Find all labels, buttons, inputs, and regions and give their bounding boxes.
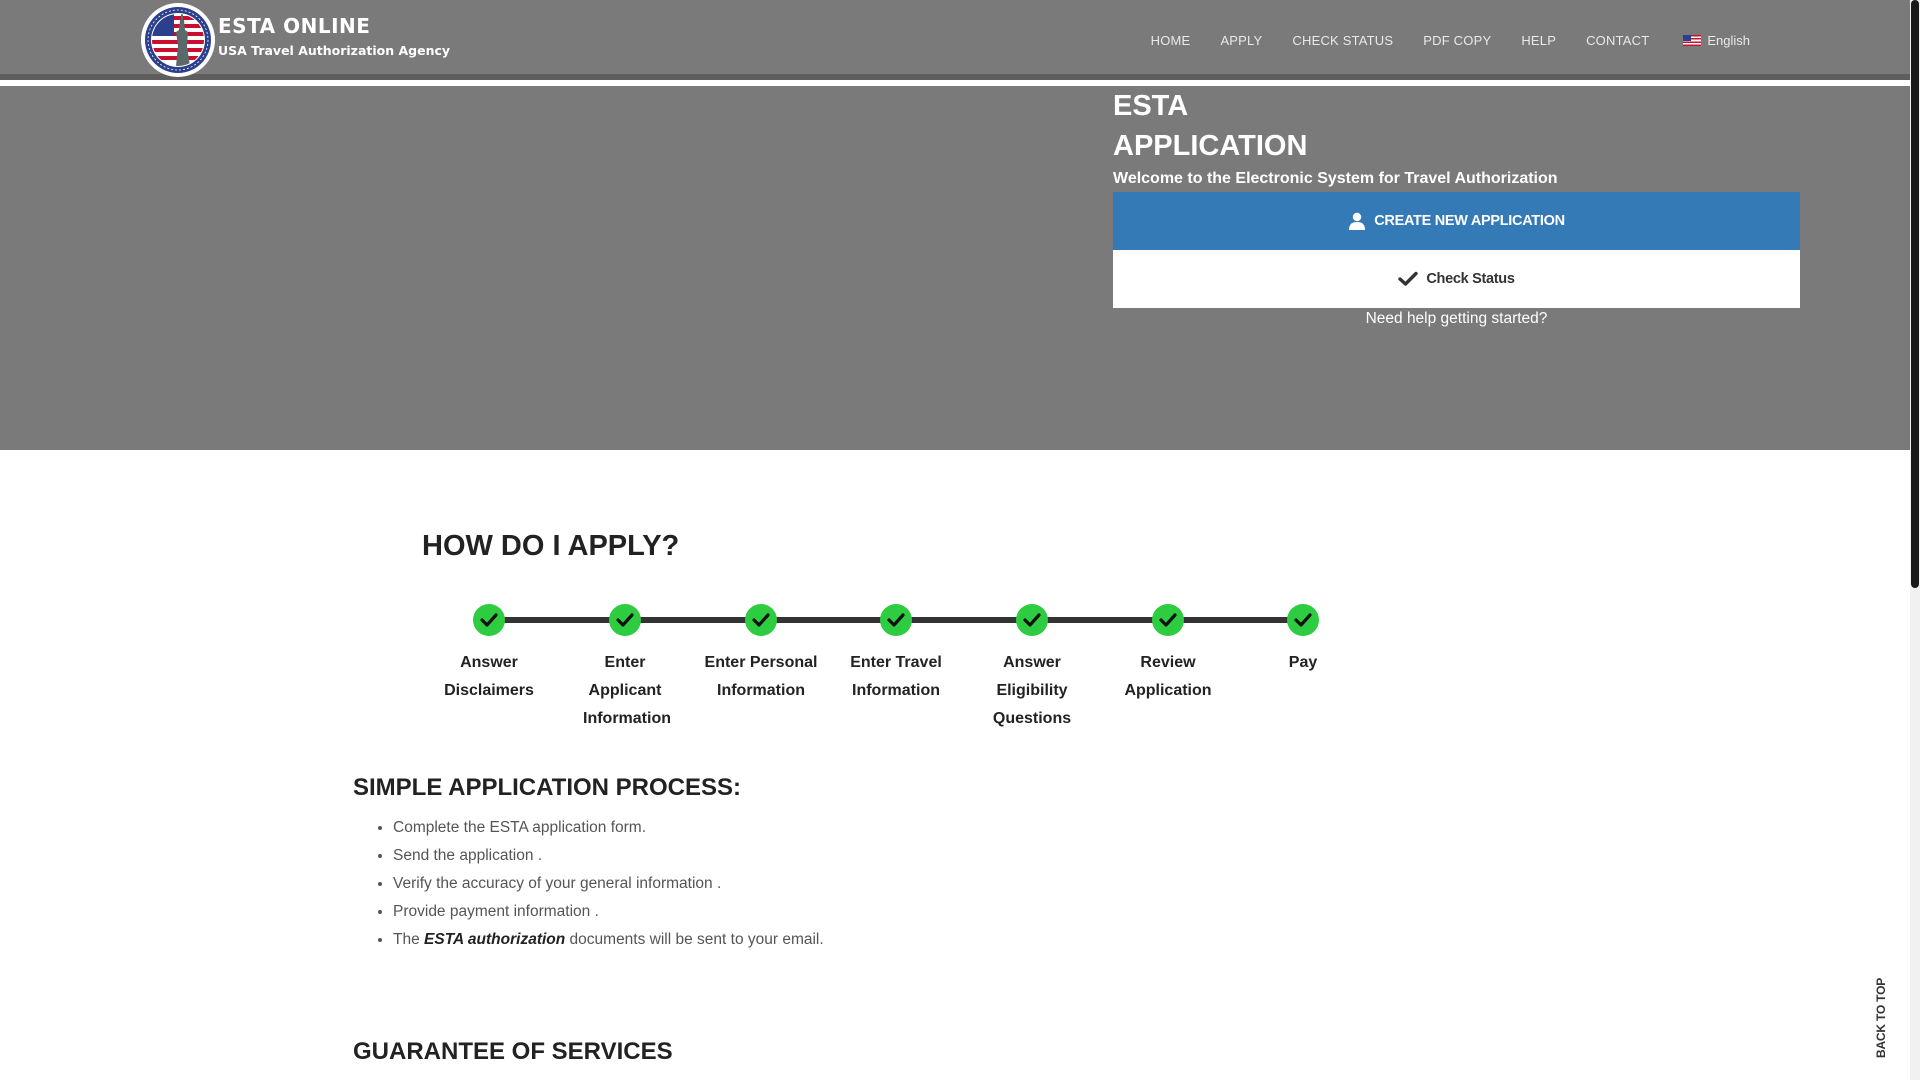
hero-welcome-text: Welcome to the Electronic System for Tra… [1113, 170, 1558, 187]
step-item: Review Application [1100, 600, 1236, 705]
application-steps: Answer Disclaimers Enter Applicant Infor… [420, 600, 1320, 730]
nav-home[interactable]: HOME [1151, 33, 1191, 48]
list-item-prefix: The [393, 931, 425, 948]
check-status-label: Check Status [1426, 271, 1515, 287]
create-new-application-label: CREATE NEW APPLICATION [1374, 213, 1565, 229]
list-item: Complete the ESTA application form. [393, 814, 824, 842]
process-list: Complete the ESTA application form. Send… [353, 814, 824, 954]
list-item-suffix: documents will be sent to your email. [565, 931, 824, 948]
step-check-icon [1287, 604, 1319, 636]
step-label: Enter Applicant Information [583, 654, 671, 727]
us-flag-icon [1683, 34, 1702, 46]
list-item: Verify the accuracy of your general info… [393, 870, 824, 898]
user-icon [1349, 212, 1366, 230]
checkmark-icon [1398, 271, 1419, 286]
step-label: Review Application [1124, 654, 1212, 699]
step-check-icon [1016, 604, 1048, 636]
nav-help[interactable]: HELP [1521, 33, 1556, 48]
step-item: Answer Disclaimers [421, 600, 557, 705]
nav-pdf-copy[interactable]: PDF COPY [1423, 33, 1491, 48]
check-status-button[interactable]: Check Status [1113, 250, 1800, 308]
step-item: Enter Personal Information [693, 600, 829, 705]
page-scrollbar[interactable] [1910, 0, 1920, 1080]
site-header: ESTA ONLINE USA Travel Authorization Age… [0, 0, 1910, 80]
step-check-icon [1152, 604, 1184, 636]
help-getting-started-link[interactable]: Need help getting started? [1113, 310, 1800, 328]
create-new-application-button[interactable]: CREATE NEW APPLICATION [1113, 192, 1800, 250]
simple-process-title: SIMPLE APPLICATION PROCESS: [353, 774, 742, 801]
list-item: The ESTA authorization documents will be… [393, 926, 824, 954]
brand-title[interactable]: ESTA ONLINE [218, 14, 370, 38]
step-item: Pay [1235, 600, 1371, 677]
how-to-apply-title: HOW DO I APPLY? [422, 530, 680, 562]
hero-title: ESTA APPLICATION [1113, 86, 1413, 166]
esta-seal-logo-icon[interactable] [140, 2, 216, 78]
step-label: Answer Disclaimers [444, 654, 534, 699]
step-label: Enter Travel Information [850, 654, 942, 699]
brand-subtitle: USA Travel Authorization Agency [218, 43, 451, 58]
step-label: Pay [1288, 654, 1318, 671]
nav-apply[interactable]: APPLY [1220, 33, 1262, 48]
step-check-icon [473, 604, 505, 636]
step-label: Enter Personal Information [704, 654, 818, 699]
guarantee-title: GUARANTEE OF SERVICES [353, 1038, 673, 1065]
back-to-top-link[interactable]: BACK TO TOP [1874, 978, 1888, 1058]
nav-contact[interactable]: CONTACT [1586, 33, 1649, 48]
hero-section: ESTA APPLICATION Welcome to the Electron… [0, 86, 1910, 450]
step-check-icon [609, 604, 641, 636]
step-label: Answer Eligibility Questions [992, 654, 1072, 727]
step-check-icon [880, 604, 912, 636]
language-selector[interactable]: English [1683, 33, 1750, 48]
list-item: Send the application . [393, 842, 824, 870]
esta-authorization-emphasis: ESTA authorization [424, 931, 566, 948]
scrollbar-thumb[interactable] [1911, 0, 1919, 588]
step-check-icon [745, 604, 777, 636]
nav-check-status[interactable]: CHECK STATUS [1292, 33, 1393, 48]
hero-title-line2: APPLICATION [1113, 130, 1308, 162]
step-item: Enter Travel Information [828, 600, 964, 705]
language-label: English [1707, 32, 1750, 48]
list-item: Provide payment information . [393, 898, 824, 926]
main-nav: HOME APPLY CHECK STATUS PDF COPY HELP CO… [1121, 0, 1750, 80]
step-item: Answer Eligibility Questions [964, 600, 1100, 733]
step-item: Enter Applicant Information [557, 600, 693, 733]
hero-title-line1: ESTA [1113, 90, 1189, 122]
